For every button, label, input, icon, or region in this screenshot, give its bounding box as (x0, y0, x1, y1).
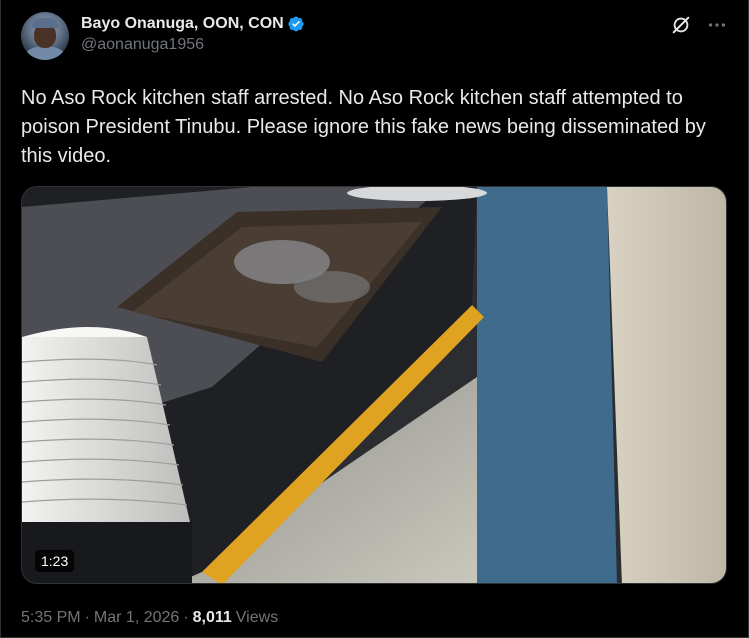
tweet-header: Bayo Onanuga, OON, CON @aonanuga1956 (21, 12, 728, 72)
verified-badge-icon[interactable] (287, 15, 305, 33)
more-icon[interactable] (706, 14, 728, 36)
author-handle[interactable]: @aonanuga1956 (81, 36, 305, 54)
name-row: Bayo Onanuga, OON, CON (81, 15, 305, 33)
video-duration-badge: 1:23 (35, 550, 75, 572)
tweet-time[interactable]: 5:35 PM (21, 609, 81, 627)
views-count[interactable]: 8,011 (193, 609, 232, 627)
top-actions (670, 14, 728, 36)
video-frame (22, 187, 726, 583)
author-block: Bayo Onanuga, OON, CON @aonanuga1956 (81, 12, 305, 54)
tweet-card[interactable]: Bayo Onanuga, OON, CON @aonanuga1956 No … (0, 0, 749, 638)
tweet-meta: 5:35 PM · Mar 1, 2026 · 8,011 Views (21, 609, 278, 627)
author-display-name[interactable]: Bayo Onanuga, OON, CON (81, 15, 284, 33)
avatar-robe (25, 46, 65, 60)
views-label: Views (235, 609, 279, 626)
tweet-text: No Aso Rock kitchen staff arrested. No A… (21, 87, 706, 167)
avatar-cap (32, 18, 58, 28)
grok-icon[interactable] (670, 14, 692, 36)
avatar[interactable] (21, 12, 69, 60)
meta-separator: · (183, 609, 189, 626)
tweet-date[interactable]: Mar 1, 2026 (94, 609, 179, 627)
meta-separator: · (84, 609, 90, 626)
video-player[interactable]: 1:23 (21, 186, 727, 584)
